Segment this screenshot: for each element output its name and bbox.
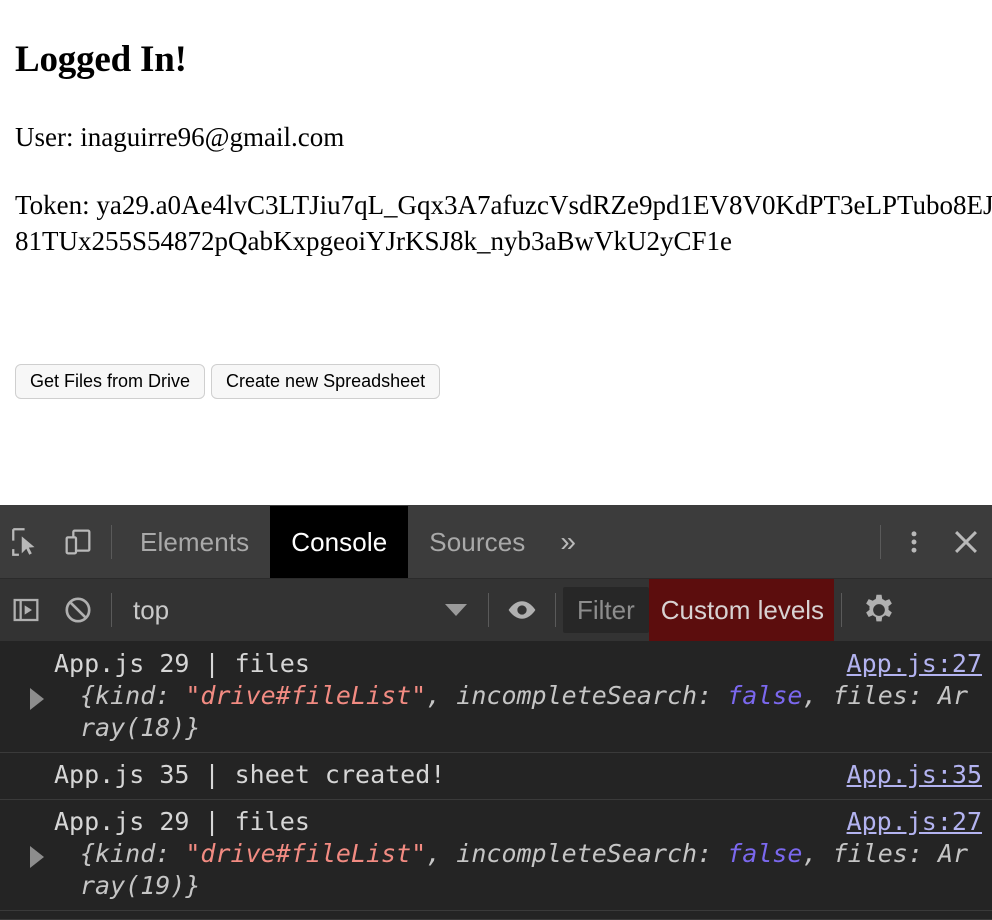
console-toolbar: top Filter Custom levels — [0, 579, 992, 642]
access-token-line: Token: ya29.a0Ae4lvC3LTJiu7qL_Gqx3A7afuz… — [15, 190, 992, 256]
toolbar-divider-2 — [488, 593, 489, 627]
devtools-panel: Elements Console Sources » top Filter Cu… — [0, 505, 992, 920]
console-message-row[interactable]: App.js 35 | sheet created! App.js:35 — [0, 753, 992, 800]
devtools-tab-bar: Elements Console Sources » — [0, 506, 992, 579]
tab-sources[interactable]: Sources — [408, 506, 546, 578]
console-message-object[interactable]: {kind: "drive#fileList", incompleteSearc… — [54, 680, 982, 744]
console-message-source-link[interactable]: App.js:27 — [829, 648, 982, 680]
console-message-text: App.js 29 | files — [54, 807, 310, 836]
log-levels-select[interactable]: Custom levels — [648, 579, 834, 641]
console-message-header: App.js 29 | files App.js:27 — [54, 648, 982, 680]
tabbar-divider-left — [111, 525, 112, 559]
log-levels-label: Custom levels — [660, 594, 825, 625]
console-message-header: App.js 29 | files App.js:27 — [54, 806, 982, 838]
console-message-list[interactable]: App.js 29 | files App.js:27 {kind: "driv… — [0, 642, 992, 920]
console-message-object[interactable]: {kind: "drive#fileList", incompleteSearc… — [54, 838, 982, 902]
console-message-header: App.js 35 | sheet created! App.js:35 — [54, 759, 982, 791]
device-toolbar-icon[interactable] — [52, 506, 104, 578]
toolbar-divider-3 — [555, 593, 556, 627]
console-message-source-link[interactable]: App.js:35 — [829, 759, 982, 791]
execution-context-value: top — [133, 594, 170, 625]
object-mid: , incompleteSearch: — [426, 681, 728, 710]
expand-object-triangle-icon[interactable] — [30, 688, 44, 710]
object-string-value: "drive#fileList" — [185, 681, 427, 710]
console-message-source-link[interactable]: App.js:27 — [829, 806, 982, 838]
object-prefix: {kind: — [80, 839, 186, 868]
console-sidebar-icon[interactable] — [0, 579, 52, 641]
close-devtools-icon[interactable] — [940, 506, 992, 578]
console-filter-placeholder: Filter — [577, 594, 635, 625]
execution-context-select[interactable]: top — [119, 579, 481, 641]
object-bool-value: false — [727, 681, 803, 710]
page-title: Logged In! — [15, 39, 187, 80]
tabbar-divider-right — [880, 525, 881, 559]
console-filter-input[interactable]: Filter — [563, 587, 649, 633]
tab-sources-label: Sources — [429, 526, 526, 557]
action-button-row: Get Files from Drive Create new Spreadsh… — [15, 364, 441, 399]
console-message-text: App.js 29 | files — [54, 649, 310, 678]
console-message-row[interactable]: App.js 29 | files App.js:27 {kind: "driv… — [0, 642, 992, 753]
expand-object-triangle-icon[interactable] — [30, 846, 44, 868]
object-mid: , incompleteSearch: — [426, 839, 728, 868]
live-expression-icon[interactable] — [496, 579, 548, 641]
web-page-content: Logged In! User: inaguirre96@gmail.com T… — [0, 0, 992, 505]
more-options-icon[interactable] — [888, 506, 940, 578]
tab-console[interactable]: Console — [270, 506, 409, 578]
inspect-element-icon[interactable] — [0, 506, 52, 578]
get-files-from-drive-button[interactable]: Get Files from Drive — [15, 364, 206, 399]
console-message-text: App.js 35 | sheet created! — [54, 760, 446, 789]
object-bool-value: false — [727, 839, 803, 868]
create-new-spreadsheet-button[interactable]: Create new Spreadsheet — [211, 364, 441, 399]
user-email-line: User: inaguirre96@gmail.com — [15, 122, 345, 152]
toolbar-divider-4 — [840, 593, 842, 627]
tabbar-spacer — [590, 506, 873, 578]
clear-console-icon[interactable] — [52, 579, 104, 641]
tab-console-label: Console — [291, 526, 388, 557]
tab-elements-label: Elements — [140, 526, 250, 557]
toolbar-divider-1 — [111, 593, 112, 627]
console-message-row[interactable]: App.js 29 | files App.js:27 {kind: "driv… — [0, 800, 992, 911]
settings-gear-icon[interactable] — [849, 579, 909, 641]
object-string-value: "drive#fileList" — [185, 839, 427, 868]
object-prefix: {kind: — [80, 681, 186, 710]
tab-elements[interactable]: Elements — [119, 506, 270, 578]
chevron-down-icon — [445, 604, 467, 616]
more-tabs-chevron-icon[interactable]: » — [546, 506, 590, 578]
